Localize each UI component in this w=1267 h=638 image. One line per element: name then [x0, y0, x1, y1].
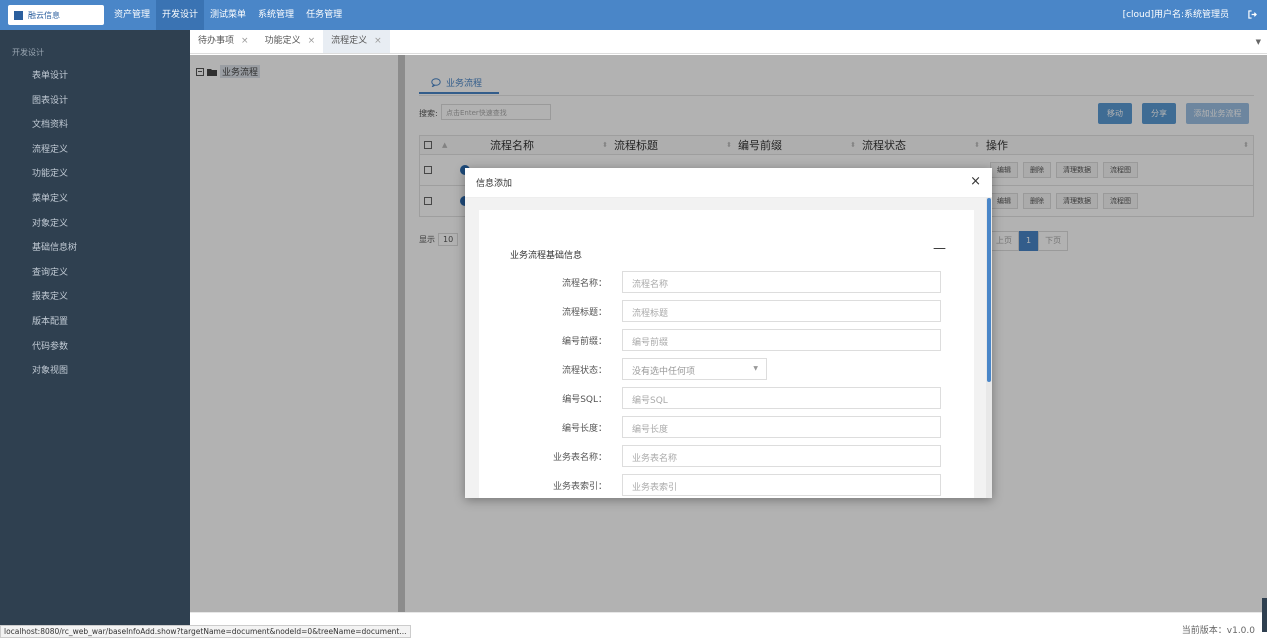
sidebar-item-documents[interactable]: 文档资料 [0, 113, 190, 138]
tab-process-definition[interactable]: 流程定义 × [323, 30, 390, 53]
app-logo[interactable]: 融云信息 [8, 5, 104, 25]
sidebar-item-menu-definition[interactable]: 菜单定义 [0, 187, 190, 212]
process-status-select[interactable]: 没有选中任何项 ▼ [622, 358, 767, 380]
close-icon[interactable]: × [374, 30, 382, 53]
form-row-table-index: 业务表索引： 业务表索引 [479, 474, 974, 496]
side-widget-icon[interactable] [1262, 598, 1267, 632]
sidebar: 开发设计 表单设计 图表设计 文档资料 流程定义 功能定义 菜单定义 对象定义 … [0, 30, 190, 638]
sidebar-heading: 开发设计 [12, 48, 44, 57]
sidebar-item-code-params[interactable]: 代码参数 [0, 335, 190, 360]
status-bar-url: localhost:8080/rc_web_war/baseInfoAdd.sh… [0, 625, 411, 638]
dialog-scrollbar[interactable] [986, 198, 992, 498]
form-row-number-prefix: 编号前缀： 编号前缀 [479, 329, 974, 351]
sidebar-item-object-view[interactable]: 对象视图 [0, 359, 190, 384]
table-name-input[interactable]: 业务表名称 [622, 445, 941, 467]
collapse-icon[interactable]: — [933, 241, 946, 256]
tab-function-definition[interactable]: 功能定义 × [257, 30, 324, 53]
form-row-process-title: 流程标题： 流程标题 [479, 300, 974, 322]
top-nav-dev-design[interactable]: 开发设计 [156, 0, 205, 30]
logo-text: 融云信息 [28, 10, 60, 20]
form-card: 业务流程基础信息 — 流程名称： 流程名称 流程标题： 流程标题 编号前缀： 编… [479, 210, 974, 498]
sidebar-item-version-config[interactable]: 版本配置 [0, 310, 190, 335]
form-row-number-sql: 编号SQL： 编号SQL [479, 387, 974, 409]
user-info[interactable]: [cloud]用户名:系统管理员 [1123, 0, 1229, 30]
select-value: 没有选中任何项 [632, 367, 696, 377]
close-icon[interactable]: × [308, 30, 316, 53]
section-title: 业务流程基础信息 [510, 251, 583, 261]
version-label: 当前版本：v1.0.0 [1181, 626, 1255, 636]
form-row-process-name: 流程名称： 流程名称 [479, 271, 974, 293]
tab-todo[interactable]: 待办事项 × [190, 30, 257, 53]
close-icon[interactable]: × [970, 175, 981, 189]
scrollbar-thumb[interactable] [987, 198, 991, 382]
tab-label: 流程定义 [331, 36, 368, 46]
form-row-table-name: 业务表名称： 业务表名称 [479, 445, 974, 467]
sidebar-item-process-definition[interactable]: 流程定义 [0, 138, 190, 163]
top-nav-asset-management[interactable]: 资产管理 [108, 0, 156, 30]
sidebar-item-basic-info-tree[interactable]: 基础信息树 [0, 236, 190, 261]
top-nav-menu: 资产管理 开发设计 测试菜单 系统管理 任务管理 [104, 0, 348, 30]
sidebar-item-report-definition[interactable]: 报表定义 [0, 285, 190, 310]
dialog-title: 信息添加 [476, 179, 513, 189]
form-row-process-status: 流程状态： 没有选中任何项 ▼ [479, 358, 974, 380]
logout-icon[interactable] [1248, 10, 1257, 19]
tab-label: 待办事项 [198, 36, 235, 46]
form-row-number-length: 编号长度： 编号长度 [479, 416, 974, 438]
field-label: 业务表索引： [552, 482, 607, 492]
field-label: 业务表名称： [552, 453, 607, 463]
close-icon[interactable]: × [241, 30, 249, 53]
sidebar-item-function-definition[interactable]: 功能定义 [0, 162, 190, 187]
tab-dropdown-icon[interactable]: ▼ [1256, 38, 1261, 46]
process-title-input[interactable]: 流程标题 [622, 300, 941, 322]
sidebar-item-form-design[interactable]: 表单设计 [0, 64, 190, 89]
logo-icon [14, 10, 23, 20]
field-label: 流程状态： [561, 366, 607, 376]
sidebar-item-object-definition[interactable]: 对象定义 [0, 212, 190, 237]
dialog-body: 业务流程基础信息 — 流程名称： 流程名称 流程标题： 流程标题 编号前缀： 编… [465, 198, 992, 498]
number-sql-input[interactable]: 编号SQL [622, 387, 941, 409]
top-nav-task-management[interactable]: 任务管理 [300, 0, 348, 30]
top-nav-system-management[interactable]: 系统管理 [252, 0, 300, 30]
field-label: 流程标题： [561, 308, 607, 318]
top-nav-test-menu[interactable]: 测试菜单 [204, 0, 252, 30]
number-length-input[interactable]: 编号长度 [622, 416, 941, 438]
process-name-input[interactable]: 流程名称 [622, 271, 941, 293]
number-prefix-input[interactable]: 编号前缀 [622, 329, 941, 351]
field-label: 编号前缀： [561, 337, 607, 347]
field-label: 编号SQL： [562, 395, 607, 405]
chevron-down-icon: ▼ [753, 365, 758, 372]
tab-label: 功能定义 [264, 36, 301, 46]
page-tab-bar: 待办事项 × 功能定义 × 流程定义 × ▼ [190, 30, 1267, 54]
field-label: 流程名称： [561, 279, 607, 289]
sidebar-item-query-definition[interactable]: 查询定义 [0, 261, 190, 286]
top-navbar: 融云信息 资产管理 开发设计 测试菜单 系统管理 任务管理 [cloud]用户名… [0, 0, 1267, 30]
sidebar-item-chart-design[interactable]: 图表设计 [0, 89, 190, 114]
field-label: 编号长度： [561, 424, 607, 434]
dialog-header: 信息添加 [465, 168, 992, 198]
table-index-input[interactable]: 业务表索引 [622, 474, 941, 496]
info-add-dialog: 信息添加 × 业务流程基础信息 — 流程名称： 流程名称 流程标题： 流程标题 … [465, 168, 992, 498]
